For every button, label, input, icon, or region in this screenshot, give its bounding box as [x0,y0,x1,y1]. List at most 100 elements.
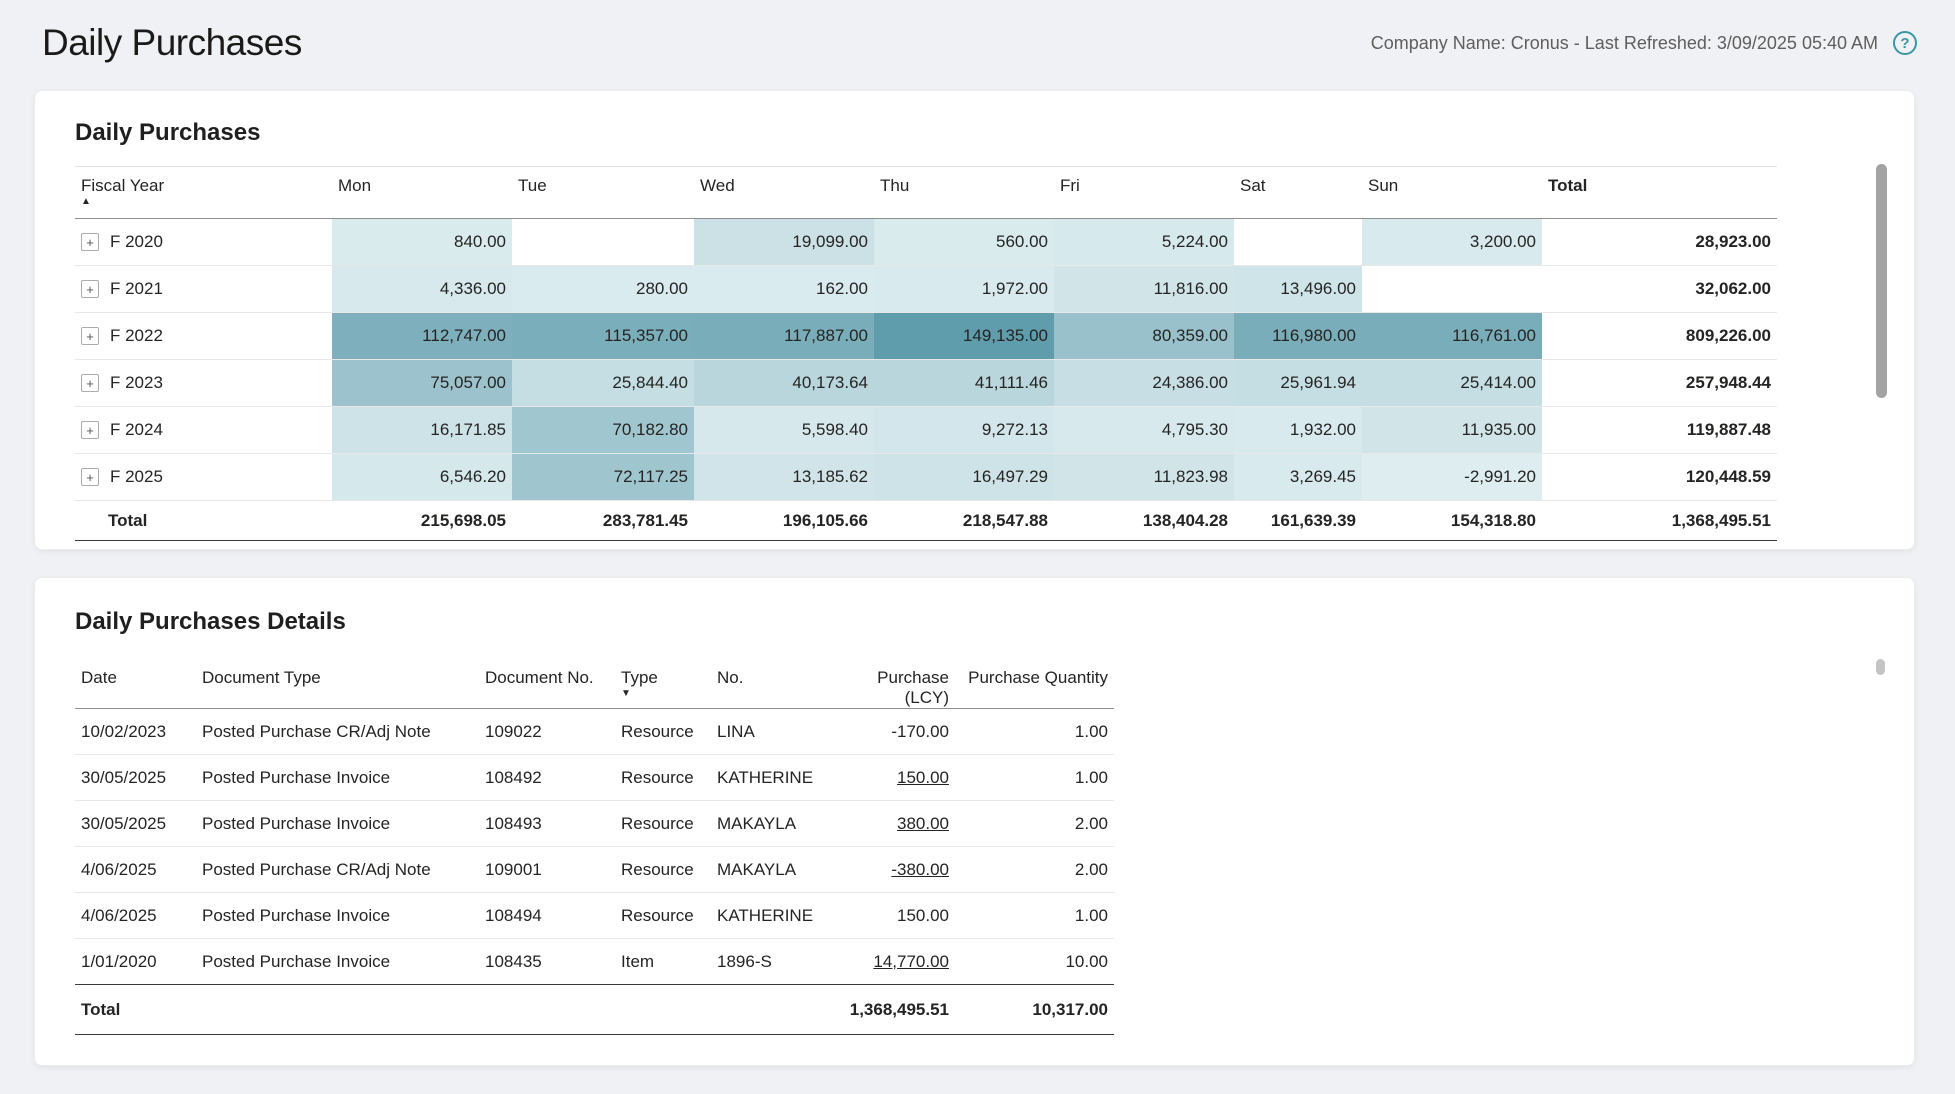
matrix-value-cell[interactable]: 25,414.00 [1362,360,1542,407]
matrix-value-cell[interactable] [1234,219,1362,266]
matrix-value-cell[interactable]: 4,795.30 [1054,407,1234,454]
matrix-value-cell[interactable]: 40,173.64 [694,360,874,407]
matrix-row-total-cell: 257,948.44 [1542,360,1777,407]
details-row[interactable]: 1/01/2020Posted Purchase Invoice108435It… [75,939,1114,985]
column-header-fri[interactable]: Fri [1054,167,1234,219]
no-cell: KATHERINE [711,893,833,939]
matrix-value-cell[interactable]: 115,357.00 [512,313,694,360]
matrix-value-cell[interactable]: 6,546.20 [332,454,512,501]
matrix-value-cell[interactable]: 1,972.00 [874,266,1054,313]
column-header-total[interactable]: Total [1542,167,1777,219]
matrix-value-cell[interactable]: 3,200.00 [1362,219,1542,266]
purchase-lcy-cell: 14,770.00 [833,939,955,985]
expand-row-icon[interactable]: + [81,374,99,392]
column-header-no[interactable]: No. [711,662,833,709]
expand-row-icon[interactable]: + [81,421,99,439]
column-header-document-no[interactable]: Document No. [479,662,615,709]
matrix-value-cell[interactable]: 70,182.80 [512,407,694,454]
matrix-value-cell[interactable] [512,219,694,266]
matrix-value-cell[interactable]: 16,171.85 [332,407,512,454]
top-bar-right: Company Name: Cronus - Last Refreshed: 3… [1371,31,1917,55]
details-row[interactable]: 4/06/2025Posted Purchase Invoice108494Re… [75,893,1114,939]
document-no-cell: 108435 [479,939,615,985]
purchase-value[interactable]: 380.00 [897,814,949,833]
matrix-value-cell[interactable]: 11,823.98 [1054,454,1234,501]
matrix-value-cell[interactable]: 13,185.62 [694,454,874,501]
purchase-value[interactable]: -380.00 [891,860,949,879]
fiscal-year-cell: +F 2024 [75,407,332,454]
details-row[interactable]: 4/06/2025Posted Purchase CR/Adj Note1090… [75,847,1114,893]
matrix-value-cell[interactable]: 16,497.29 [874,454,1054,501]
purchase-value[interactable]: 14,770.00 [873,952,949,971]
fiscal-year-cell: +F 2021 [75,266,332,313]
matrix-value-cell[interactable]: 72,117.25 [512,454,694,501]
matrix-value-cell[interactable]: 9,272.13 [874,407,1054,454]
matrix-value-cell[interactable]: 840.00 [332,219,512,266]
matrix-value-cell[interactable]: 80,359.00 [1054,313,1234,360]
matrix-value-cell[interactable]: 19,099.00 [694,219,874,266]
column-header-fiscal-year[interactable]: Fiscal Year ▲ [75,167,332,219]
details-table: Date Document Type Document No. Type ▼ N… [75,662,1114,1035]
matrix-value-cell[interactable]: 112,747.00 [332,313,512,360]
column-header-thu[interactable]: Thu [874,167,1054,219]
matrix-total-row: Total 215,698.05 283,781.45 196,105.66 2… [75,501,1777,541]
purchase-value[interactable]: 150.00 [897,768,949,787]
sort-ascending-icon: ▲ [81,196,326,207]
matrix-value-cell[interactable]: 11,935.00 [1362,407,1542,454]
matrix-value-cell[interactable]: 116,761.00 [1362,313,1542,360]
matrix-value-cell[interactable]: 116,980.00 [1234,313,1362,360]
document-type-cell: Posted Purchase CR/Adj Note [196,709,479,755]
purchase-lcy-cell: -170.00 [833,709,955,755]
column-header-tue[interactable]: Tue [512,167,694,219]
matrix-value-cell[interactable]: 117,887.00 [694,313,874,360]
column-header-type[interactable]: Type ▼ [615,662,711,709]
details-row[interactable]: 30/05/2025Posted Purchase Invoice108493R… [75,801,1114,847]
matrix-value-cell[interactable]: 5,224.00 [1054,219,1234,266]
matrix-value-cell[interactable]: 280.00 [512,266,694,313]
matrix-value-cell[interactable] [1362,266,1542,313]
column-header-purchase-lcy[interactable]: Purchase (LCY) [833,662,955,709]
matrix-value-cell[interactable]: 13,496.00 [1234,266,1362,313]
matrix-total-wed: 196,105.66 [694,501,874,541]
document-no-cell: 109001 [479,847,615,893]
help-icon[interactable]: ? [1893,31,1917,55]
matrix-row: +F 20256,546.2072,117.2513,185.6216,497.… [75,454,1777,501]
details-row[interactable]: 10/02/2023Posted Purchase CR/Adj Note109… [75,709,1114,755]
details-total-label: Total [75,985,196,1035]
matrix-title: Daily Purchases [75,119,1914,147]
matrix-value-cell[interactable]: 24,386.00 [1054,360,1234,407]
purchase-lcy-cell: 150.00 [833,893,955,939]
matrix-scrollbar[interactable] [1876,164,1887,398]
expand-row-icon[interactable]: + [81,233,99,251]
matrix-value-cell[interactable]: 5,598.40 [694,407,874,454]
column-header-mon[interactable]: Mon [332,167,512,219]
column-header-sun[interactable]: Sun [1362,167,1542,219]
expand-row-icon[interactable]: + [81,327,99,345]
column-header-sat[interactable]: Sat [1234,167,1362,219]
fiscal-year-cell: +F 2023 [75,360,332,407]
column-header-date[interactable]: Date [75,662,196,709]
matrix-value-cell[interactable]: 25,844.40 [512,360,694,407]
matrix-value-cell[interactable]: 3,269.45 [1234,454,1362,501]
purchase-lcy-cell: 380.00 [833,801,955,847]
matrix-value-cell[interactable]: -2,991.20 [1362,454,1542,501]
matrix-value-cell[interactable]: 41,111.46 [874,360,1054,407]
matrix-value-cell[interactable]: 25,961.94 [1234,360,1362,407]
expand-row-icon[interactable]: + [81,280,99,298]
matrix-value-cell[interactable]: 1,932.00 [1234,407,1362,454]
matrix-value-cell[interactable]: 149,135.00 [874,313,1054,360]
expand-row-icon[interactable]: + [81,468,99,486]
column-header-purchase-quantity[interactable]: Purchase Quantity [955,662,1114,709]
details-row[interactable]: 30/05/2025Posted Purchase Invoice108492R… [75,755,1114,801]
matrix-value-cell[interactable]: 560.00 [874,219,1054,266]
type-cell: Resource [615,801,711,847]
matrix-row-total-cell: 809,226.00 [1542,313,1777,360]
matrix-value-cell[interactable]: 4,336.00 [332,266,512,313]
matrix-row: +F 20214,336.00280.00162.001,972.0011,81… [75,266,1777,313]
matrix-value-cell[interactable]: 11,816.00 [1054,266,1234,313]
details-scrollbar[interactable] [1876,659,1885,675]
matrix-value-cell[interactable]: 75,057.00 [332,360,512,407]
matrix-value-cell[interactable]: 162.00 [694,266,874,313]
column-header-document-type[interactable]: Document Type [196,662,479,709]
column-header-wed[interactable]: Wed [694,167,874,219]
